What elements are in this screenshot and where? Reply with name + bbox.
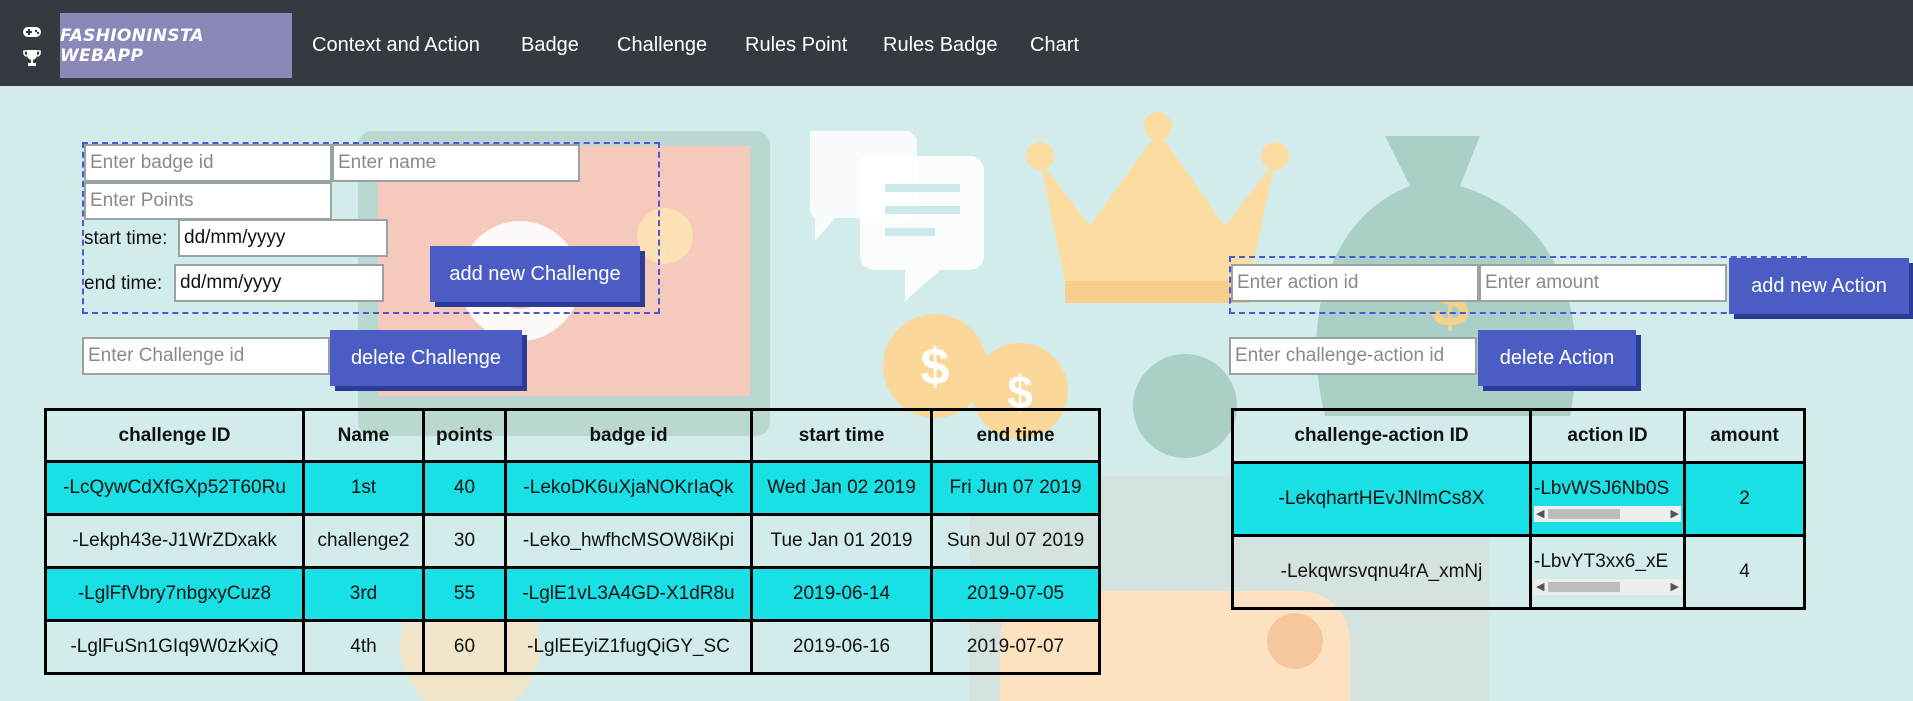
cell: -LglFfVbry7nbgxyCuz8: [44, 566, 305, 622]
scroll-right-icon[interactable]: ▶: [1671, 580, 1679, 594]
horizontal-scrollbar[interactable]: ◀ ▶: [1534, 506, 1681, 522]
scroll-right-icon[interactable]: ▶: [1671, 507, 1679, 521]
nav-rules-badge[interactable]: Rules Badge: [883, 34, 998, 57]
start-time-input[interactable]: [178, 219, 388, 257]
col-action-id: action ID: [1529, 408, 1686, 464]
table-row: -LcQywCdXfGXp52T60Ru 1st 40 -LekoDK6uXja…: [44, 460, 1101, 516]
start-time-label: start time:: [84, 228, 168, 249]
scroll-left-icon[interactable]: ◀: [1536, 580, 1544, 594]
cell: -Lekph43e-J1WrZDxakk: [44, 513, 305, 569]
challenge-table: challenge ID Name points badge id start …: [44, 408, 1101, 675]
cell: -LglE1vL3A4GD-X1dR8u: [504, 566, 753, 622]
trophy-icon: [23, 50, 41, 66]
action-table: challenge-action ID action ID amount -Le…: [1231, 408, 1806, 610]
cell: -LglFuSn1GIq9W0zKxiQ: [44, 619, 305, 675]
cell: 2: [1683, 461, 1806, 537]
col-challenge-id: challenge ID: [44, 408, 305, 463]
scroll-cell[interactable]: -LbvWSJ6Nb0S ◀ ▶: [1529, 461, 1686, 537]
delete-challenge-button[interactable]: delete Challenge: [330, 330, 522, 386]
end-time-label: end time:: [84, 273, 163, 294]
table-row: -LglFfVbry7nbgxyCuz8 3rd 55 -LglE1vL3A4G…: [44, 566, 1101, 622]
cell: -Lekqwrsvqnu4rA_xmNj: [1231, 534, 1532, 610]
gamepad-icon: [23, 27, 41, 37]
cell: 55: [422, 566, 507, 622]
col-badge-id: badge id: [504, 408, 753, 463]
brand-logo[interactable]: FASHIONINSTA WEBAPP: [60, 13, 292, 78]
svg-text:$: $: [921, 338, 950, 396]
cell-text: -LbvYT3xx6_xE: [1534, 551, 1669, 572]
navbar: FASHIONINSTA WEBAPP Context and Action B…: [0, 0, 1913, 86]
nav-rules-point[interactable]: Rules Point: [745, 34, 847, 57]
nav-badge[interactable]: Badge: [521, 34, 579, 57]
challenge-name-input[interactable]: [332, 144, 580, 182]
amount-input[interactable]: [1479, 264, 1727, 302]
cell: challenge2: [302, 513, 425, 569]
nav-challenge[interactable]: Challenge: [617, 34, 707, 57]
scrollbar-thumb[interactable]: [1548, 509, 1620, 519]
scroll-cell[interactable]: -LbvYT3xx6_xE ◀ ▶: [1529, 534, 1686, 610]
table-row: -Lekqwrsvqnu4rA_xmNj -LbvYT3xx6_xE ◀ ▶ 4: [1231, 534, 1806, 610]
cell: Tue Jan 01 2019: [750, 513, 933, 569]
col-start-time: start time: [750, 408, 933, 463]
add-action-button[interactable]: add new Action: [1729, 258, 1909, 314]
table-row: -LglFuSn1GIq9W0zKxiQ 4th 60 -LglEEyiZ1fu…: [44, 619, 1101, 675]
cell: 1st: [302, 460, 425, 516]
cell-text: -LbvWSJ6Nb0S: [1534, 478, 1670, 499]
delete-action-button[interactable]: delete Action: [1478, 330, 1636, 386]
col-end-time: end time: [930, 408, 1101, 463]
cell: Fri Jun 07 2019: [930, 460, 1101, 516]
cell: Sun Jul 07 2019: [930, 513, 1101, 569]
cell: -LekqhartHEvJNlmCs8X: [1231, 461, 1532, 537]
table-row: -LekqhartHEvJNlmCs8X -LbvWSJ6Nb0S ◀ ▶ 2: [1231, 461, 1806, 537]
delete-challenge-id-input[interactable]: [82, 337, 330, 375]
col-amount: amount: [1683, 408, 1806, 464]
cell: 30: [422, 513, 507, 569]
cell: 40: [422, 460, 507, 516]
cell: 4: [1683, 534, 1806, 610]
col-points: points: [422, 408, 507, 463]
cell: 3rd: [302, 566, 425, 622]
cell: -LglEEyiZ1fugQiGY_SC: [504, 619, 753, 675]
col-name: Name: [302, 408, 425, 463]
points-input[interactable]: [84, 182, 332, 220]
nav-chart[interactable]: Chart: [1030, 34, 1079, 57]
nav-context-and-action[interactable]: Context and Action: [312, 34, 480, 57]
scroll-left-icon[interactable]: ◀: [1536, 507, 1544, 521]
col-challenge-action-id: challenge-action ID: [1231, 408, 1532, 464]
scrollbar-thumb[interactable]: [1548, 582, 1620, 592]
delete-challenge-action-id-input[interactable]: [1229, 337, 1477, 375]
cell: -LcQywCdXfGXp52T60Ru: [44, 460, 305, 516]
badge-id-input[interactable]: [84, 144, 332, 182]
end-time-input[interactable]: [174, 264, 384, 302]
add-challenge-button[interactable]: add new Challenge: [430, 246, 640, 302]
cell: 2019-06-14: [750, 566, 933, 622]
cell: 4th: [302, 619, 425, 675]
horizontal-scrollbar[interactable]: ◀ ▶: [1534, 579, 1681, 595]
cell: -LekoDK6uXjaNOKrIaQk: [504, 460, 753, 516]
table-row: -Lekph43e-J1WrZDxakk challenge2 30 -Leko…: [44, 513, 1101, 569]
cell: 2019-06-16: [750, 619, 933, 675]
cell: 2019-07-05: [930, 566, 1101, 622]
action-id-input[interactable]: [1231, 264, 1479, 302]
cell: Wed Jan 02 2019: [750, 460, 933, 516]
cell: 60: [422, 619, 507, 675]
cell: 2019-07-07: [930, 619, 1101, 675]
cell: -Leko_hwfhcMSOW8iKpi: [504, 513, 753, 569]
